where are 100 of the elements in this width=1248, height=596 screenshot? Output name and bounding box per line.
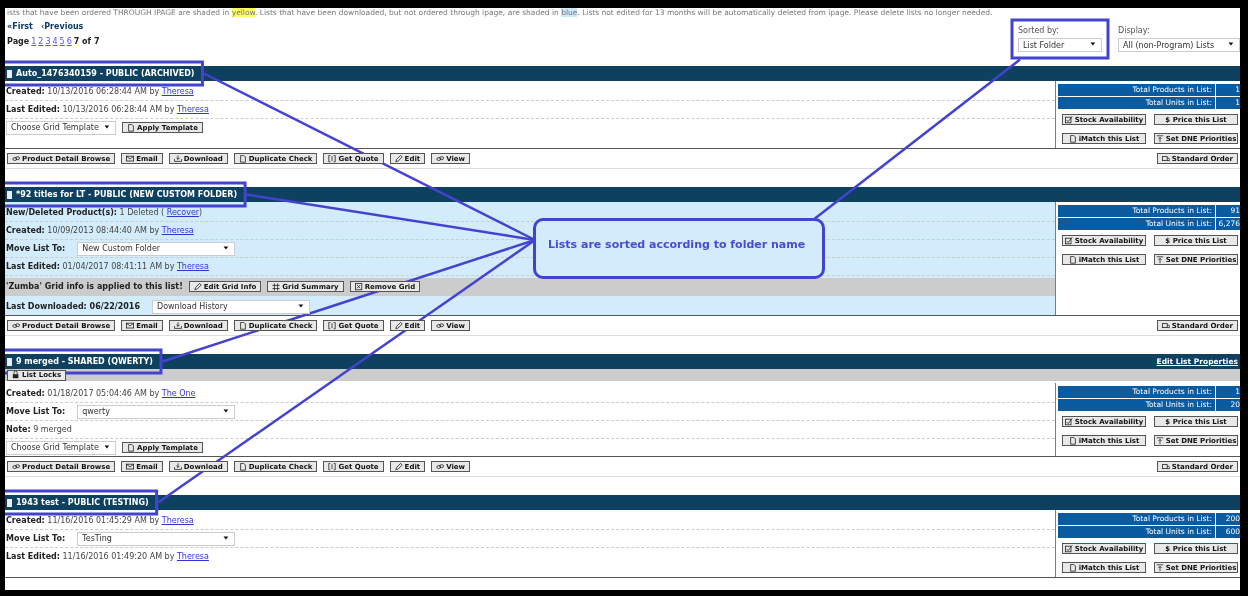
document-icon <box>1068 255 1077 264</box>
dropdown[interactable]: New Custom Folder <box>77 241 236 256</box>
dropdown[interactable]: qwerty <box>77 404 236 419</box>
page-link[interactable]: 5 <box>59 37 65 46</box>
field-label: Move List To: <box>6 534 66 543</box>
previous-link[interactable]: ‹Previous <box>40 22 84 31</box>
link-icon <box>12 462 20 471</box>
link-icon <box>436 321 445 330</box>
list-title: Auto_1476340159 - PUBLIC (ARCHIVED) <box>16 69 195 78</box>
checkbox[interactable] <box>7 498 12 507</box>
user-link[interactable]: Theresa <box>161 516 194 525</box>
caret-icon <box>223 408 231 415</box>
info-text: Last Edited: 10/13/2016 06:28:44 AM by Theresa <box>6 105 209 114</box>
pencil-icon <box>193 282 202 291</box>
truck-icon <box>1161 321 1170 330</box>
caret-icon <box>104 124 111 131</box>
caret-icon <box>1228 42 1235 48</box>
page-link[interactable]: 4 <box>52 37 58 46</box>
grid-info-text: 'Zumba' Grid info is applied to this list! <box>6 282 183 291</box>
document-icon <box>127 123 135 132</box>
list-title: *92 titles for LT - PUBLIC (NEW CUSTOM FOLDER) <box>16 190 238 199</box>
caret-icon <box>1090 42 1097 48</box>
document-icon <box>238 321 247 330</box>
checkbox[interactable] <box>7 357 12 366</box>
caret-icon <box>104 444 111 451</box>
checkbox-icon <box>1064 236 1073 245</box>
callout: Lists are sorted according to folder name <box>533 218 825 279</box>
arrow-icon <box>1155 134 1164 143</box>
truck-icon <box>1161 462 1170 471</box>
download-icon <box>173 462 182 471</box>
link-icon <box>436 154 445 163</box>
info-text: Note: 9 merged <box>6 425 72 434</box>
first-link[interactable]: «First <box>7 22 33 31</box>
dropdown[interactable]: All (non-Program) Lists <box>1118 38 1240 52</box>
envelope-icon <box>126 321 135 330</box>
dropdown[interactable]: List Folder <box>1018 38 1102 52</box>
arrow-icon <box>1155 255 1164 264</box>
caret-icon <box>223 245 231 252</box>
page-label: Page <box>7 37 30 46</box>
page-link[interactable]: 3 <box>45 37 51 46</box>
field-label: Move List To: <box>6 407 66 416</box>
document-icon <box>127 443 135 452</box>
dropdown[interactable]: Choose Grid Template <box>6 120 116 135</box>
list-title: 9 merged - SHARED (QWERTY) <box>16 357 153 366</box>
pencil-icon <box>394 154 403 163</box>
info-text: Created: 11/16/2016 01:45:29 AM by Theresa <box>6 516 194 525</box>
user-link[interactable]: The One <box>161 389 196 398</box>
caret-icon <box>297 303 305 310</box>
checkbox-icon <box>1064 544 1073 553</box>
list-title: 1943 test - PUBLIC (TESTING) <box>16 498 149 507</box>
user-link[interactable]: Theresa <box>176 262 209 271</box>
info-text: Created: 01/18/2017 05:04:46 AM by The One <box>6 389 196 398</box>
bracket-icon <box>328 321 337 330</box>
checkbox[interactable] <box>7 190 12 199</box>
truck-icon <box>1161 154 1170 163</box>
pencil-icon <box>394 462 403 471</box>
info-text: Last Edited: 01/04/2017 08:41:11 AM by Theresa <box>6 262 209 271</box>
info-text: Created: 10/09/2013 08:44:40 AM by Theresa <box>6 226 194 235</box>
info-text: Last Edited: 11/16/2016 01:49:20 AM by Theresa <box>6 552 209 561</box>
field-label: Last Downloaded: 06/22/2016 <box>6 302 140 311</box>
dropdown[interactable]: Choose Grid Template <box>6 440 116 455</box>
user-link[interactable]: Theresa <box>176 105 209 114</box>
checkbox-icon <box>1064 417 1073 426</box>
envelope-icon <box>126 154 135 163</box>
user-link[interactable]: Theresa <box>161 87 194 96</box>
checkbox[interactable] <box>7 69 12 78</box>
document-icon <box>1068 436 1077 445</box>
user-link[interactable]: Theresa <box>176 552 209 561</box>
close-icon <box>354 282 363 291</box>
page-count: 7 of 7 <box>73 37 100 46</box>
document-icon <box>1068 134 1077 143</box>
document-icon <box>238 462 247 471</box>
page-link[interactable]: 6 <box>66 37 72 46</box>
page-link[interactable]: 1 <box>31 37 37 46</box>
arrow-icon <box>1155 563 1164 572</box>
page-link[interactable]: 2 <box>38 37 44 46</box>
arrow-icon <box>1155 436 1164 445</box>
grid-icon <box>272 282 281 291</box>
envelope-icon <box>126 462 135 471</box>
field-label: Move List To: <box>6 244 66 253</box>
link-icon <box>436 462 445 471</box>
sort-label: Sorted by: <box>1018 26 1060 35</box>
download-icon <box>173 154 182 163</box>
link-icon <box>12 154 20 163</box>
document-icon <box>238 154 247 163</box>
display-label: Display: <box>1118 26 1151 35</box>
dropdown[interactable]: TesTing <box>77 531 236 546</box>
link-icon <box>12 321 20 330</box>
info-text: New/Deleted Product(s): 1 Deleted ( Recover) <box>6 208 203 217</box>
download-icon <box>173 321 182 330</box>
checkbox-icon <box>1064 115 1073 124</box>
bracket-icon <box>328 462 337 471</box>
lock-icon <box>12 371 20 379</box>
pencil-icon <box>394 321 403 330</box>
caret-icon <box>223 535 231 542</box>
bracket-icon <box>328 154 337 163</box>
info-text: Created: 10/13/2016 06:28:44 AM by Theresa <box>6 87 194 96</box>
document-icon <box>1068 563 1077 572</box>
dropdown[interactable]: Download History <box>151 299 310 314</box>
user-link[interactable]: Theresa <box>161 226 194 235</box>
